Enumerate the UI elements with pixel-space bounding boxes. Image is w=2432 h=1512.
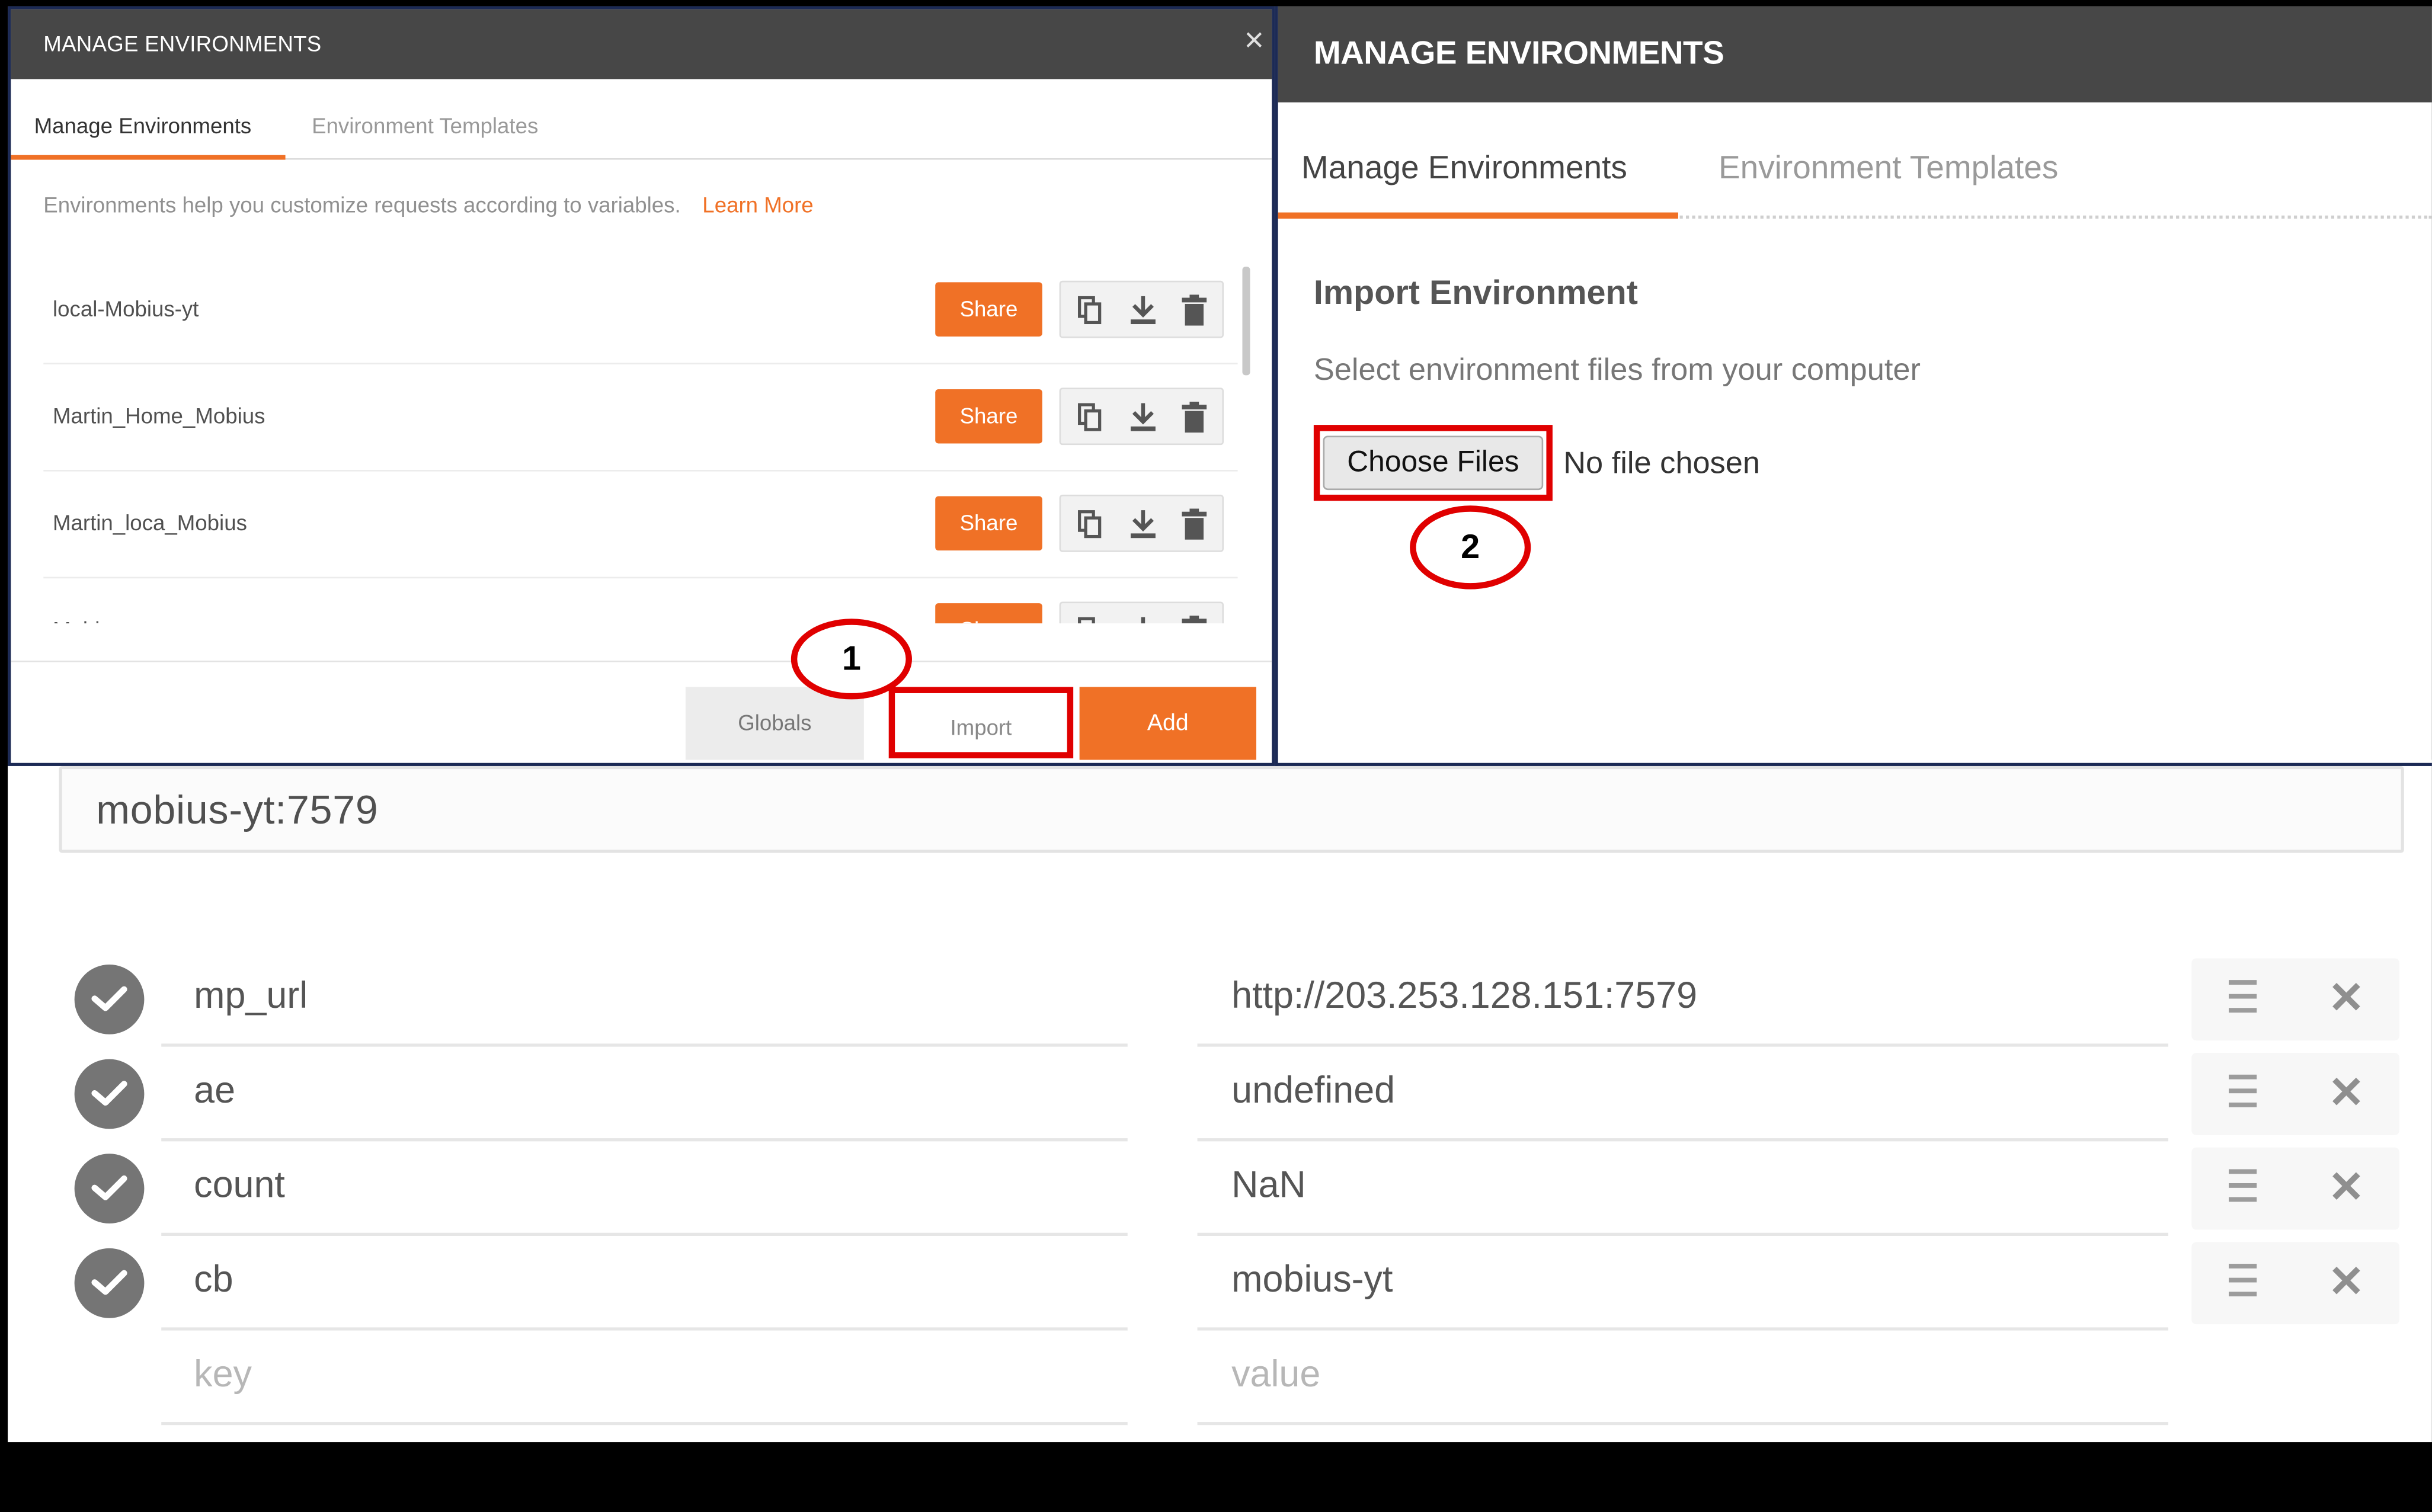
trash-icon[interactable] xyxy=(1182,508,1207,540)
dialog-tabs: Manage Environments Environment Template… xyxy=(1278,102,2432,219)
trash-icon[interactable] xyxy=(1182,294,1207,326)
environment-name: Mobius xyxy=(53,578,123,623)
drag-handle-icon[interactable] xyxy=(2229,980,2257,1017)
step-callout-1: 1 xyxy=(791,619,912,700)
environment-item[interactable]: Martin_loca_Mobius Share xyxy=(43,472,1238,579)
close-icon[interactable]: × xyxy=(1244,23,1264,57)
row-actions: ✕ xyxy=(2191,1053,2399,1135)
dialog-title: MANAGE ENVIRONMENTS xyxy=(43,31,322,56)
share-button[interactable]: Share xyxy=(935,282,1042,337)
learn-more-link[interactable]: Learn More xyxy=(702,193,813,217)
environment-actions xyxy=(1059,601,1224,624)
environment-editor: mobius-yt:7579 mp_url http://203.253.128… xyxy=(8,760,2432,1443)
tab-manage-environments[interactable]: Manage Environments xyxy=(11,79,286,160)
trash-icon[interactable] xyxy=(1182,616,1207,624)
row-actions: ✕ xyxy=(2191,1147,2399,1230)
check-icon xyxy=(91,986,127,1011)
delete-icon[interactable]: ✕ xyxy=(2328,1260,2364,1304)
download-icon[interactable] xyxy=(1128,508,1159,539)
delete-icon[interactable]: ✕ xyxy=(2328,1071,2364,1115)
check-icon xyxy=(91,1081,127,1106)
environment-item[interactable]: local-Mobius-yt Share xyxy=(43,257,1238,365)
import-title: Import Environment xyxy=(1313,273,1638,312)
step-callout-2: 2 xyxy=(1410,505,1531,590)
variable-row: mp_url http://203.253.128.151:7579 ✕ xyxy=(8,952,2432,1047)
environment-item[interactable]: Martin_Home_Mobius Share xyxy=(43,364,1238,472)
environment-list: local-Mobius-yt Share Martin_Home_Mobius… xyxy=(11,257,1252,624)
variable-value[interactable]: http://203.253.128.151:7579 xyxy=(1197,952,2168,1047)
duplicate-icon[interactable] xyxy=(1076,294,1104,325)
environment-name: Martin_Home_Mobius xyxy=(52,403,265,428)
download-icon[interactable] xyxy=(1128,616,1159,624)
footer-divider xyxy=(11,660,1272,662)
variable-value[interactable]: NaN xyxy=(1197,1141,2168,1236)
choose-files-button[interactable]: Choose Files xyxy=(1323,435,1544,491)
download-icon[interactable] xyxy=(1128,294,1159,325)
share-button[interactable]: Share xyxy=(935,603,1042,624)
drag-handle-icon[interactable] xyxy=(2229,1264,2257,1301)
environment-name-input[interactable]: mobius-yt:7579 xyxy=(59,765,2404,853)
enabled-checkbox[interactable] xyxy=(74,964,145,1034)
duplicate-icon[interactable] xyxy=(1076,508,1104,539)
import-subtitle: Select environment files from your compu… xyxy=(1313,353,1921,388)
variable-key[interactable]: cb xyxy=(161,1236,1128,1331)
info-description: Environments help you customize requests… xyxy=(43,192,681,217)
variable-key[interactable]: mp_url xyxy=(161,952,1128,1047)
dialog-header: MANAGE ENVIRONMENTS xyxy=(1278,6,2432,102)
list-scrollbar[interactable] xyxy=(1242,267,1250,376)
import-button[interactable]: Import xyxy=(888,687,1074,758)
enabled-checkbox[interactable] xyxy=(74,1154,145,1224)
download-icon[interactable] xyxy=(1128,402,1159,433)
drag-handle-icon[interactable] xyxy=(2229,1169,2257,1206)
environment-item[interactable]: Mobius Share xyxy=(43,578,1237,624)
row-actions: ✕ xyxy=(2191,958,2399,1041)
tab-manage-environments[interactable]: Manage Environments xyxy=(1278,102,1678,219)
variable-key[interactable]: ae xyxy=(161,1047,1128,1142)
environment-actions xyxy=(1059,280,1224,338)
screenshot-canvas: mobius-yt:7579 mp_url http://203.253.128… xyxy=(0,0,2432,1512)
variable-value[interactable]: undefined xyxy=(1197,1047,2168,1142)
share-button[interactable]: Share xyxy=(935,496,1042,551)
add-button[interactable]: Add xyxy=(1079,687,1257,760)
manage-environments-dialog: MANAGE ENVIRONMENTS × Manage Environment… xyxy=(8,6,1275,766)
file-status-text: No file chosen xyxy=(1563,446,1760,481)
dialog-header: MANAGE ENVIRONMENTS × xyxy=(11,9,1272,79)
variable-row: ae undefined ✕ xyxy=(8,1047,2432,1142)
enabled-checkbox[interactable] xyxy=(74,1248,145,1318)
import-environment-dialog: MANAGE ENVIRONMENTS Manage Environments … xyxy=(1275,6,2432,766)
duplicate-icon[interactable] xyxy=(1076,402,1104,433)
value-placeholder-input[interactable]: value xyxy=(1197,1331,2168,1425)
key-placeholder-input[interactable]: key xyxy=(161,1331,1128,1425)
new-variable-row: key value xyxy=(8,1331,2432,1425)
environment-actions xyxy=(1059,494,1224,552)
variable-row: count NaN ✕ xyxy=(8,1141,2432,1236)
tab-environment-templates[interactable]: Environment Templates xyxy=(1719,102,2058,219)
environment-actions xyxy=(1059,387,1224,446)
delete-icon[interactable]: ✕ xyxy=(2328,1165,2364,1209)
choose-files-highlight: Choose Files xyxy=(1313,425,1553,501)
trash-icon[interactable] xyxy=(1182,401,1207,433)
row-actions: ✕ xyxy=(2191,1242,2399,1325)
variable-value[interactable]: mobius-yt xyxy=(1197,1236,2168,1331)
variable-row: cb mobius-yt ✕ xyxy=(8,1236,2432,1331)
dialog-title: MANAGE ENVIRONMENTS xyxy=(1313,36,1724,72)
environment-name: local-Mobius-yt xyxy=(52,296,199,321)
variable-key[interactable]: count xyxy=(161,1141,1128,1236)
enabled-checkbox[interactable] xyxy=(74,1059,145,1129)
duplicate-icon[interactable] xyxy=(1076,616,1104,624)
check-icon xyxy=(91,1175,127,1200)
dialog-tabs: Manage Environments Environment Template… xyxy=(11,79,1272,160)
drag-handle-icon[interactable] xyxy=(2229,1074,2257,1112)
check-icon xyxy=(91,1270,127,1295)
delete-icon[interactable]: ✕ xyxy=(2328,976,2364,1020)
info-text: Environments help you customize requests… xyxy=(43,193,813,217)
tab-environment-templates[interactable]: Environment Templates xyxy=(312,79,538,159)
environment-name: Martin_loca_Mobius xyxy=(52,510,247,535)
share-button[interactable]: Share xyxy=(935,389,1042,444)
